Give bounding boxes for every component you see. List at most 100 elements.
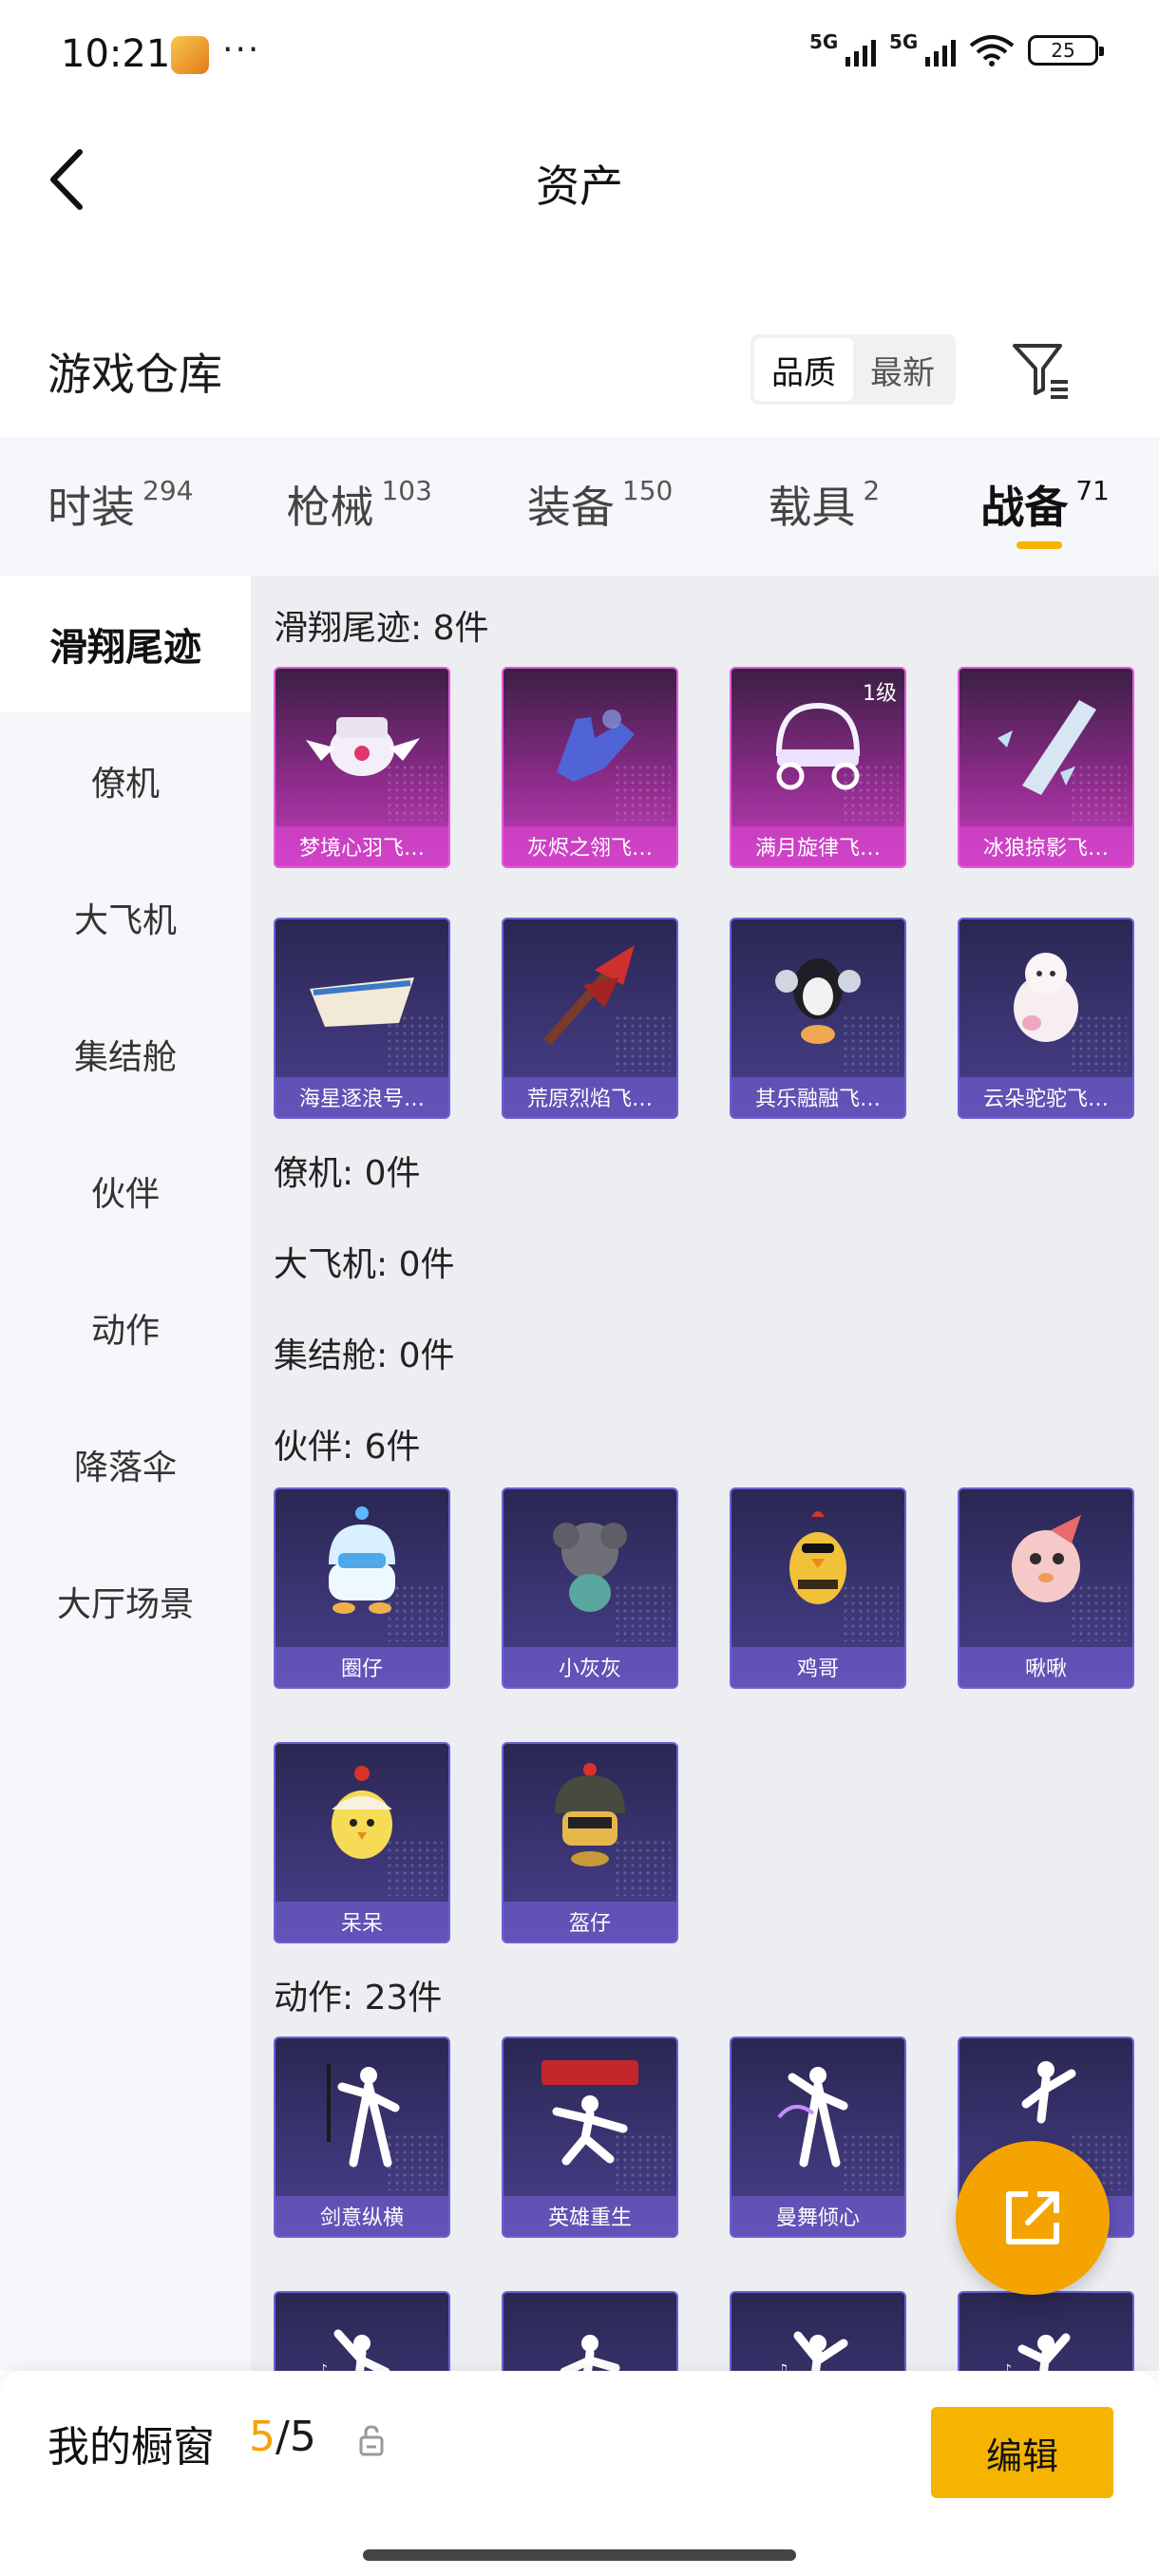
tab-label: 装备 — [526, 482, 615, 533]
item-card[interactable]: ♪ — [274, 2291, 450, 2371]
item-label: 盔仔 — [504, 1902, 676, 1941]
sidebar-item-assembly-pod[interactable]: 集结舱 — [0, 986, 251, 1123]
item-card[interactable]: 海星逐浪号… — [274, 918, 450, 1119]
item-label: 鸡哥 — [732, 1647, 904, 1687]
share-floating-button[interactable] — [956, 2141, 1110, 2295]
item-card[interactable]: 曼舞倾心 — [730, 2036, 906, 2238]
item-label: 啾啾 — [960, 1647, 1132, 1687]
status-time: 10:21 — [61, 32, 171, 76]
item-grid-area[interactable]: 滑翔尾迹: 8件 梦境心羽飞… 灰烬之翎飞… 1级 满月旋律飞… 冰狼掠影飞… … — [251, 576, 1159, 2371]
item-card[interactable]: 其乐融融飞… — [730, 918, 906, 1119]
section-title-glide-trail: 滑翔尾迹: 8件 — [274, 609, 489, 648]
item-card[interactable]: 盔仔 — [502, 1742, 678, 1943]
tab-fashion[interactable]: 时装 294 — [48, 437, 193, 576]
tab-count: 2 — [863, 475, 881, 506]
share-icon — [1006, 2191, 1059, 2245]
tab-count: 150 — [621, 475, 674, 506]
tab-label: 时装 — [48, 482, 135, 533]
sort-option-quality[interactable]: 品质 — [754, 338, 853, 401]
showcase-count-current: 5 — [249, 2413, 276, 2461]
tab-label: 枪械 — [286, 482, 374, 533]
page-header: 资产 — [0, 112, 1159, 245]
sidebar-item-partner[interactable]: 伙伴 — [0, 1123, 251, 1260]
dance-pose-icon: ♫ — [777, 2331, 848, 2371]
item-card[interactable]: 圈仔 — [274, 1487, 450, 1689]
home-indicator[interactable] — [363, 2549, 796, 2561]
item-card[interactable]: 啾啾 — [958, 1487, 1134, 1689]
subcategory-sidebar: 滑翔尾迹 僚机 大飞机 集结舱 伙伴 动作 降落伞 大厅场景 — [0, 576, 251, 2371]
sort-option-latest[interactable]: 最新 — [853, 338, 952, 401]
item-card[interactable]: 梦境心羽飞… — [274, 667, 450, 868]
app-notification-icon — [171, 36, 209, 74]
tab-count: 71 — [1075, 475, 1110, 506]
active-tab-indicator — [1016, 541, 1063, 549]
item-label: 剑意纵横 — [276, 2196, 448, 2236]
dance-pose-icon: ♪ — [319, 2329, 390, 2371]
network-type-label: 5G — [809, 30, 839, 53]
section-title-partner: 伙伴: 6件 — [274, 1428, 421, 1467]
item-card[interactable]: 英雄重生 — [502, 2036, 678, 2238]
sidebar-item-parachute[interactable]: 降落伞 — [0, 1396, 251, 1533]
warehouse-header: 游戏仓库 品质 最新 — [0, 323, 1159, 437]
item-card[interactable]: 剑意纵横 — [274, 2036, 450, 2238]
item-label: 云朵驼驼飞… — [960, 1077, 1132, 1117]
section-title-big-plane: 大飞机: 0件 — [274, 1245, 455, 1284]
item-label: 圈仔 — [276, 1647, 448, 1687]
item-card[interactable]: 冰狼掠影飞… — [958, 667, 1134, 868]
tab-count: 294 — [142, 475, 194, 506]
network-type-label-2: 5G — [889, 30, 919, 53]
item-label: 小灰灰 — [504, 1647, 676, 1687]
tab-weapons[interactable]: 枪械 103 — [286, 437, 431, 576]
tab-equipment[interactable]: 装备 150 — [527, 437, 673, 576]
item-label: 冰狼掠影飞… — [960, 826, 1132, 866]
battery-level: 25 — [1051, 39, 1075, 62]
item-label: 呆呆 — [276, 1902, 448, 1941]
battery-icon: 25 — [1028, 35, 1104, 66]
item-card[interactable]: 云朵驼驼飞… — [958, 918, 1134, 1119]
filter-icon[interactable] — [1007, 336, 1074, 403]
item-label: 满月旋律飞… — [732, 826, 904, 866]
item-card[interactable]: 荒原烈焰飞… — [502, 918, 678, 1119]
item-card[interactable] — [502, 2291, 678, 2371]
item-card[interactable]: 呆呆 — [274, 1742, 450, 1943]
tab-vehicles[interactable]: 载具 2 — [768, 437, 880, 576]
tab-label: 战备 — [980, 482, 1069, 533]
signal-icon-2: 5G — [889, 30, 956, 66]
more-notifications-icon: ··· — [222, 30, 261, 69]
item-card[interactable]: 小灰灰 — [502, 1487, 678, 1689]
item-card[interactable]: ♫ — [730, 2291, 906, 2371]
item-card[interactable]: ♪ — [958, 2291, 1134, 2371]
item-label: 灰烬之翎飞… — [504, 826, 676, 866]
dance-pose-icon — [560, 2335, 620, 2371]
showcase-count-total: /5 — [276, 2413, 316, 2461]
item-card[interactable]: 鸡哥 — [730, 1487, 906, 1689]
section-title-assembly-pod: 集结舱: 0件 — [274, 1336, 455, 1375]
wifi-icon — [969, 35, 1015, 66]
sort-toggle: 品质 最新 — [750, 334, 956, 405]
item-label: 海星逐浪号… — [276, 1077, 448, 1117]
item-card[interactable]: 灰烬之翎飞… — [502, 667, 678, 868]
showcase-title: 我的橱窗 — [48, 2423, 215, 2472]
svg-text:♪: ♪ — [1003, 2362, 1012, 2371]
item-label: 梦境心羽飞… — [276, 826, 448, 866]
sidebar-item-glide-trail[interactable]: 滑翔尾迹 — [0, 576, 251, 712]
category-tabs: 时装 294 枪械 103 装备 150 载具 2 战备 71 — [0, 437, 1159, 576]
item-label: 英雄重生 — [504, 2196, 676, 2236]
tab-count: 103 — [381, 475, 432, 506]
page-title: 资产 — [536, 161, 623, 212]
item-card[interactable]: 1级 满月旋律飞… — [730, 667, 906, 868]
warehouse-title: 游戏仓库 — [48, 349, 222, 400]
sidebar-item-emote[interactable]: 动作 — [0, 1260, 251, 1396]
sidebar-item-lobby-scene[interactable]: 大厅场景 — [0, 1533, 251, 1670]
showcase-bar: 我的橱窗 5/5 编辑 — [0, 2371, 1159, 2576]
section-title-emote: 动作: 23件 — [274, 1979, 443, 2017]
signal-icon: 5G — [809, 30, 876, 66]
tab-battle-prep[interactable]: 战备 71 — [980, 437, 1110, 576]
status-bar: 10:21 ··· 5G 5G 25 — [0, 0, 1159, 112]
sidebar-item-wingman[interactable]: 僚机 — [0, 712, 251, 849]
lock-icon — [359, 2425, 384, 2456]
item-label: 荒原烈焰飞… — [504, 1077, 676, 1117]
item-label: 曼舞倾心 — [732, 2196, 904, 2236]
sidebar-item-big-plane[interactable]: 大飞机 — [0, 849, 251, 986]
edit-button[interactable]: 编辑 — [931, 2407, 1113, 2498]
